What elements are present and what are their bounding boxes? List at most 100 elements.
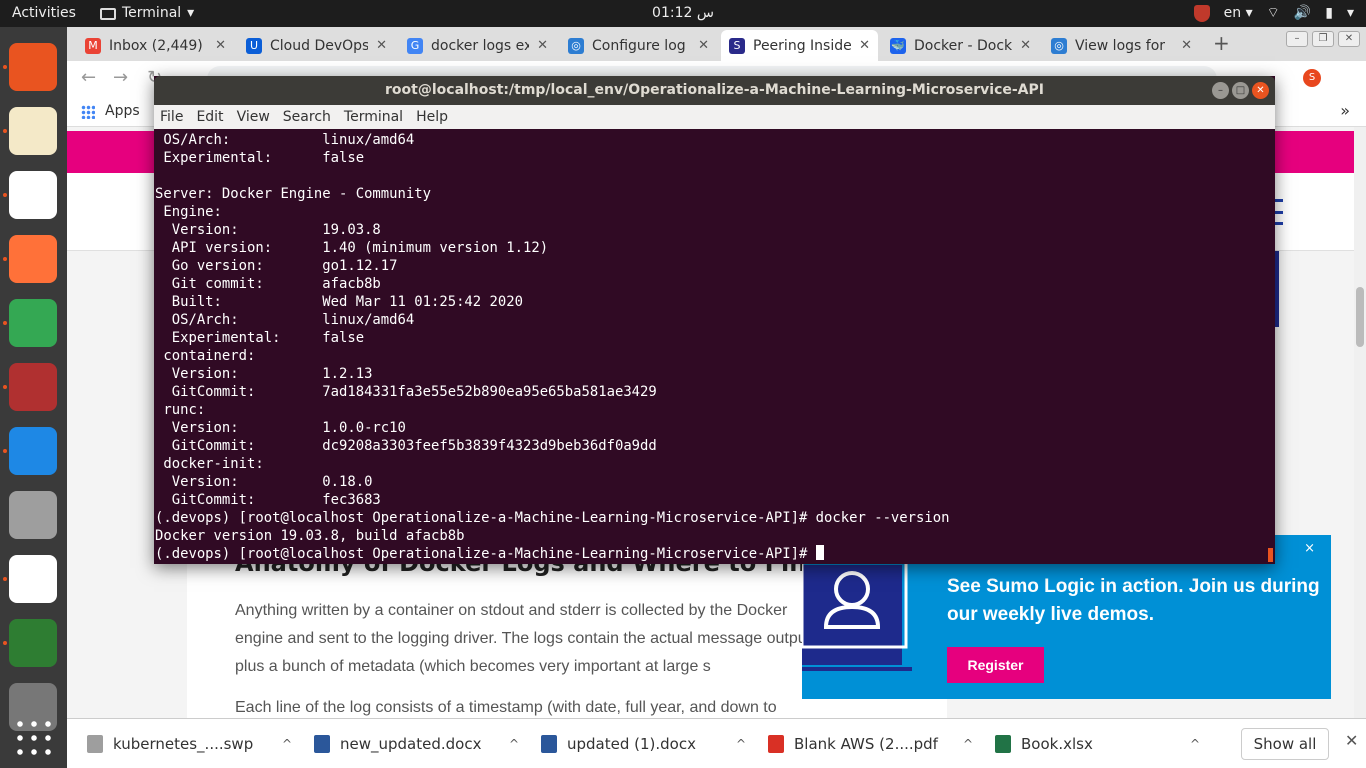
terminal-prompt-line[interactable]: (.devops) [root@localhost Operationalize… [155,545,1265,563]
scrollbar-thumb[interactable] [1356,287,1364,347]
terminal-minimize-button[interactable]: – [1212,82,1229,99]
show-all-downloads-button[interactable]: Show all [1241,728,1329,760]
download-options-chevron-icon[interactable]: ^ [282,737,292,751]
forward-arrow-icon[interactable]: → [113,67,128,88]
remote-desktop-icon[interactable] [9,43,57,91]
download-item[interactable]: new_updated.docx ^ [294,719,519,768]
new-tab-button[interactable]: + [1213,31,1230,55]
browser-tab[interactable]: ◎ Configure log ✕ [560,30,717,61]
promo-close-icon[interactable]: × [1304,541,1315,556]
running-indicator [3,65,7,69]
maximize-button[interactable]: ❐ [1312,31,1334,47]
settings-tools-icon[interactable] [9,363,57,411]
terminal-close-button[interactable]: ✕ [1252,82,1269,99]
apps-bookmark[interactable]: Apps [105,103,140,119]
browser-tab[interactable]: M Inbox (2,449) - ✕ [77,30,234,61]
file-icon [314,735,330,753]
download-options-chevron-icon[interactable]: ^ [736,737,746,751]
terminal-cursor [815,545,824,560]
tab-close-icon[interactable]: ✕ [537,38,548,53]
terminal-menu-item[interactable]: View [237,105,270,129]
browser-tab[interactable]: 🐳 Docker - Dock ✕ [882,30,1039,61]
power-menu-icon[interactable]: ▾ [1347,0,1354,27]
download-filename: Blank AWS (2....pdf [794,735,938,753]
download-options-chevron-icon[interactable]: ^ [1190,737,1200,751]
file-icon [768,735,784,753]
tab-close-icon[interactable]: ✕ [1020,38,1031,53]
activities-button[interactable]: Activities [12,0,76,27]
tab-close-icon[interactable]: ✕ [698,38,709,53]
show-applications-grid-icon[interactable] [9,713,57,761]
running-indicator [3,257,7,261]
volume-icon[interactable]: 🔊 [1294,0,1311,27]
terminal-line: docker-init: [155,456,264,472]
writer-doc-icon[interactable] [9,555,57,603]
system-tray[interactable]: en ▾ ⌔ 🔊 ▮ ▾ [1193,0,1354,27]
terminal-menu-item[interactable]: Help [416,105,448,129]
close-shelf-icon[interactable]: ✕ [1345,731,1358,750]
text-editor-icon[interactable] [9,107,57,155]
terminal-output[interactable]: OS/Arch: linux/amd64 Experimental: false… [155,131,1265,563]
download-item[interactable]: Book.xlsx ^ [975,719,1200,768]
tab-close-icon[interactable]: ✕ [859,38,870,53]
terminal-line: Docker version 19.03.8, build afacb8b [155,528,465,544]
terminal-maximize-button[interactable]: □ [1232,82,1249,99]
browser-tab[interactable]: ◎ View logs for ✕ [1043,30,1200,61]
terminal-title[interactable]: root@localhost:/tmp/local_env/Operationa… [154,76,1275,105]
desktop: 01:12 س Activities Terminal ▾ en ▾ ⌔ 🔊 ▮… [0,0,1366,768]
vscode-icon[interactable] [9,427,57,475]
tab-close-icon[interactable]: ✕ [1181,38,1192,53]
file-icon [87,735,103,753]
chrome-icon[interactable] [9,299,57,347]
terminal-line: Server: Docker Engine - Community [155,186,431,202]
terminal-menu-bar: File Edit View Search Terminal Help [154,105,1275,129]
language-indicator[interactable]: en ▾ [1224,0,1253,27]
close-button[interactable]: ✕ [1338,31,1360,47]
app-menu[interactable]: Terminal ▾ [100,0,194,27]
minimize-button[interactable]: – [1286,31,1308,47]
terminal-line: Version: 1.2.13 [155,366,373,382]
terminal-line: Version: 19.03.8 [155,222,381,238]
firefox-icon[interactable] [9,235,57,283]
clock[interactable]: 01:12 س [652,5,714,21]
browser-tab[interactable]: S Peering Inside ✕ [721,30,878,61]
tab-close-icon[interactable]: ✕ [376,38,387,53]
camera-icon[interactable] [9,491,57,539]
download-filename: updated (1).docx [567,735,696,753]
terminal-menu-item[interactable]: File [160,105,183,129]
terminal-line: containerd: [155,348,256,364]
browser-tab[interactable]: U Cloud DevOps ✕ [238,30,395,61]
download-options-chevron-icon[interactable]: ^ [509,737,519,751]
download-item[interactable]: Blank AWS (2....pdf ^ [748,719,973,768]
page-scrollbar[interactable] [1354,127,1366,718]
download-options-chevron-icon[interactable]: ^ [963,737,973,751]
tab-favicon-icon: M [85,37,101,54]
browser-tab[interactable]: Gdocker logs ex ✕ [399,30,556,61]
article-paragraph: Anything written by a container on stdou… [235,602,812,675]
terminal-prompt: (.devops) [root@localhost Operationalize… [155,546,816,562]
terminal-menu-item[interactable]: Edit [196,105,223,129]
tab-title: Docker - Dock [914,37,1013,54]
bookmarks-overflow-icon[interactable]: » [1340,101,1350,120]
tab-title: Peering Inside [753,37,852,54]
terminal-line: Experimental: false [155,330,365,346]
terminal-menu-item[interactable]: Search [283,105,331,129]
back-arrow-icon[interactable]: ← [81,67,96,88]
security-shield-icon[interactable] [1193,5,1210,22]
pdf-reader-icon[interactable] [9,171,57,219]
terminal-menu-item[interactable]: Terminal [344,105,403,129]
tab-favicon-icon: U [246,37,262,54]
wifi-icon[interactable]: ⌔ [1267,0,1280,27]
calc-sheet-icon[interactable] [9,619,57,667]
running-indicator [3,385,7,389]
profile-avatar[interactable]: S [1303,69,1321,87]
download-item[interactable]: kubernetes_....swp ^ [67,719,292,768]
terminal-line: OS/Arch: linux/amd64 [155,312,415,328]
tab-close-icon[interactable]: ✕ [215,38,226,53]
download-item[interactable]: updated (1).docx ^ [521,719,746,768]
tab-strip: M Inbox (2,449) - ✕ U Cloud DevOps ✕ Gdocker l… [67,27,1366,61]
apps-grid-icon[interactable] [81,105,95,119]
terminal-scrollbar[interactable] [1268,548,1273,562]
register-button[interactable]: Register [947,647,1044,683]
battery-icon[interactable]: ▮ [1325,0,1333,27]
